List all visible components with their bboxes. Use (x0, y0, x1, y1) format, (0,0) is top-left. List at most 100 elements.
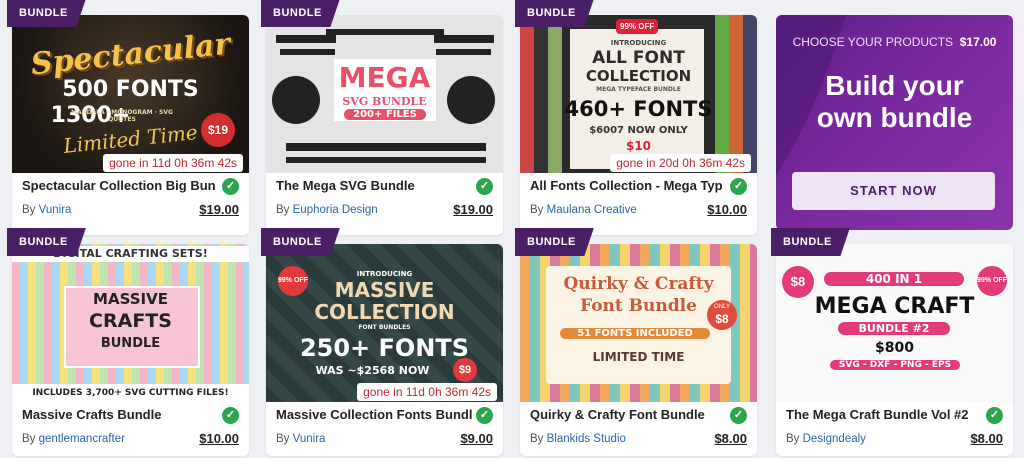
price-tag: $9 (453, 358, 477, 382)
thumb-line2: 500 FONTS (62, 77, 199, 102)
thumb-sub: MANDALA · MONOGRAM · SVG QUOTES (71, 109, 173, 123)
checkmark-icon: ✓ (730, 407, 747, 424)
author-link[interactable]: Euphoria Design (293, 204, 378, 216)
author-link[interactable]: Designdealy (803, 433, 866, 445)
by-label: By (530, 204, 544, 216)
product-price[interactable]: $19.00 (453, 202, 493, 217)
product-by: By gentlemancrafter (22, 433, 125, 445)
thumb-line2: CRAFTS (89, 310, 172, 332)
product-title[interactable]: Massive Crafts Bundle (22, 407, 220, 422)
thumb-line1: ALL FONT (592, 48, 685, 68)
heading-line2: own bundle (816, 102, 973, 133)
thumb-line5: $10 (625, 139, 652, 153)
product-title[interactable]: The Mega Craft Bundle Vol #2 (786, 407, 984, 422)
product-thumbnail[interactable]: DIGITAL CRAFTING SETS! MASSIVE CRAFTS BU… (12, 244, 249, 402)
by-label: By (22, 433, 36, 445)
product-title[interactable]: Spectacular Collection Big Bun (22, 178, 220, 193)
thumb-line3: 200+ FILES (344, 109, 426, 120)
author-link[interactable]: Maulana Creative (547, 204, 637, 216)
by-label: By (276, 204, 290, 216)
build-heading: Build your own bundle (776, 70, 1013, 134)
product-thumbnail[interactable]: MEGA SVG BUNDLE 200+ FILES (266, 15, 503, 173)
thumb-line1: MASSIVE (93, 290, 168, 308)
product-thumbnail[interactable]: $8 99% OFF 400 IN 1 MEGA CRAFT BUNDLE #2… (776, 244, 1013, 402)
product-thumbnail[interactable]: 99% OFF INTRODUCING ALL FONT COLLECTION … (520, 15, 757, 173)
thumb-line1: Spectacular (29, 26, 232, 83)
thumb-line3: 51 FONTS INCLUDED (560, 328, 710, 339)
product-card[interactable]: BUNDLE 99% OFF INTRODUCING MASSIVE COLLE… (261, 228, 503, 456)
product-card[interactable]: BUNDLE MEGA SVG BUNDLE 200+ FILES The Me… (261, 0, 503, 235)
checkmark-icon: ✓ (986, 407, 1003, 424)
product-by: By Vunira (276, 433, 325, 445)
discount-badge: 99% OFF (616, 19, 659, 34)
product-title[interactable]: All Fonts Collection - Mega Typ (530, 178, 728, 193)
countdown-timer: gone in 11d 0h 36m 42s (357, 383, 497, 401)
product-title[interactable]: The Mega SVG Bundle (276, 178, 474, 193)
price-tag: $19 (201, 113, 235, 147)
thumb-line2: SVG BUNDLE (342, 95, 427, 108)
thumb-line1: MEGA CRAFT (814, 294, 975, 319)
product-by: By Vunira (22, 204, 71, 216)
thumb-line0: 400 IN 1 (824, 272, 964, 286)
bundle-badge: BUNDLE (7, 0, 86, 27)
product-by: By Blankids Studio (530, 433, 626, 445)
thumb-line2: BUNDLE #2 (838, 322, 950, 335)
thumb-line3: $800 (875, 340, 914, 356)
by-label: By (530, 433, 544, 445)
product-by: By Designdealy (786, 433, 866, 445)
product-price[interactable]: $10.00 (199, 431, 239, 446)
product-thumbnail[interactable]: Spectacular 500 FONTS 1300+ MANDALA · MO… (12, 15, 249, 173)
product-price[interactable]: $8.00 (970, 431, 1003, 446)
price-value: $8 (715, 312, 729, 326)
bundle-badge: BUNDLE (7, 228, 86, 256)
thumb-line3: 460+ FONTS (564, 97, 713, 121)
product-price[interactable]: $19.00 (199, 202, 239, 217)
product-price[interactable]: $10.00 (707, 202, 747, 217)
countdown-timer: gone in 20d 0h 36m 42s (610, 154, 751, 172)
product-card[interactable]: BUNDLE DIGITAL CRAFTING SETS! MASSIVE CR… (7, 228, 249, 456)
checkmark-icon: ✓ (476, 178, 493, 195)
checkmark-icon: ✓ (222, 178, 239, 195)
product-card[interactable]: BUNDLE Spectacular 500 FONTS 1300+ MANDA… (7, 0, 249, 235)
thumb-line4: LIMITED TIME (592, 350, 685, 364)
product-card[interactable]: BUNDLE 99% OFF INTRODUCING ALL FONT COLL… (515, 0, 757, 235)
bundle-badge: BUNDLE (261, 228, 340, 256)
product-thumbnail[interactable]: Quirky & Crafty Font Bundle 51 FONTS INC… (520, 244, 757, 402)
only-label: ONLY (714, 304, 730, 310)
author-link[interactable]: Blankids Studio (547, 433, 626, 445)
product-price[interactable]: $9.00 (460, 431, 493, 446)
thumb-line1: MEGA (338, 61, 431, 94)
bundle-badge: BUNDLE (515, 0, 594, 27)
thumb-line0: INTRODUCING (356, 270, 413, 278)
product-price[interactable]: $8.00 (714, 431, 747, 446)
author-link[interactable]: gentlemancrafter (39, 433, 125, 445)
product-title[interactable]: Massive Collection Fonts Bundl (276, 407, 474, 422)
product-title[interactable]: Quirky & Crafty Font Bundle (530, 407, 728, 422)
author-link[interactable]: Vunira (293, 433, 326, 445)
product-card[interactable]: BUNDLE $8 99% OFF 400 IN 1 MEGA CRAFT BU… (771, 228, 1013, 456)
choose-text: CHOOSE YOUR PRODUCTS (792, 35, 954, 49)
thumb-line2b: FONT BUNDLES (358, 324, 411, 331)
start-now-button[interactable]: START NOW (792, 172, 995, 210)
thumb-line0: INTRODUCING (610, 39, 667, 47)
choose-products-label: CHOOSE YOUR PRODUCTS $17.00 (776, 35, 1013, 49)
bundle-badge: BUNDLE (515, 228, 594, 256)
bundle-badge: BUNDLE (261, 0, 340, 27)
product-by: By Maulana Creative (530, 204, 637, 216)
bundle-badge: BUNDLE (771, 228, 850, 256)
thumb-line2b: MEGA TYPEFACE BUNDLE (596, 86, 681, 93)
checkmark-icon: ✓ (730, 178, 747, 195)
product-thumbnail[interactable]: 99% OFF INTRODUCING MASSIVE COLLECTION F… (266, 244, 503, 402)
product-card[interactable]: BUNDLE Quirky & Crafty Font Bundle 51 FO… (515, 228, 757, 456)
choose-price: $17.00 (959, 35, 997, 49)
heading-line1: Build your (825, 70, 964, 101)
thumb-line4: $6007 NOW ONLY (589, 125, 688, 136)
author-link[interactable]: Vunira (39, 204, 72, 216)
checkmark-icon: ✓ (476, 407, 493, 424)
discount-badge: 99% OFF (977, 266, 1007, 296)
product-by: By Euphoria Design (276, 204, 378, 216)
thumb-line1: MASSIVE (334, 278, 435, 302)
price-tag: ONLY $8 (707, 300, 737, 330)
by-label: By (786, 433, 800, 445)
thumb-line2: COLLECTION (585, 67, 692, 85)
